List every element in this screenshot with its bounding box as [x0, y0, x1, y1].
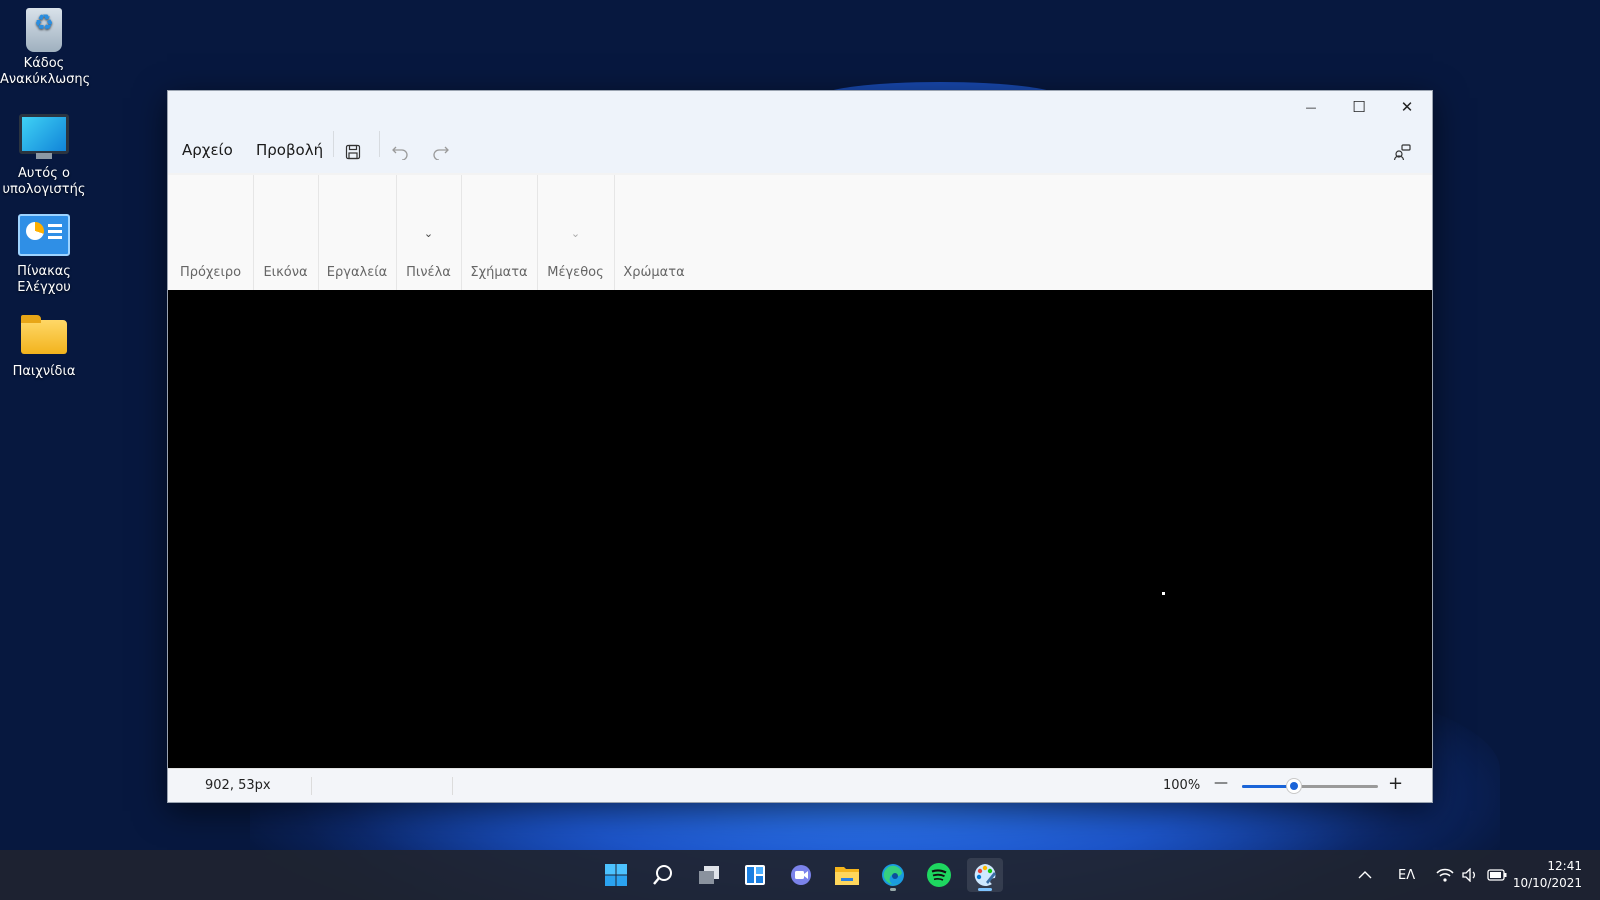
desktop-icon-label: Πίνακας	[17, 264, 71, 279]
ribbon-group-label: Σχήματα	[470, 265, 528, 280]
desktop-icon-games-folder[interactable]: Παιχνίδια	[0, 314, 88, 380]
chat-icon	[791, 865, 811, 885]
battery-icon	[1487, 869, 1507, 881]
recycle-bin-icon	[26, 8, 62, 52]
ribbon-group-size[interactable]: ⌄ Μέγεθος	[537, 175, 615, 290]
share-button[interactable]	[1387, 139, 1417, 165]
folder-icon	[21, 315, 67, 354]
file-explorer-button[interactable]	[829, 858, 865, 892]
edge-button[interactable]	[875, 858, 911, 892]
ribbon-group-label: Εικόνα	[263, 265, 308, 280]
close-button[interactable]: ✕	[1383, 91, 1431, 123]
start-button[interactable]	[598, 858, 634, 892]
size-dropdown-icon[interactable]: ⌄	[537, 227, 614, 240]
control-panel-icon	[18, 214, 70, 256]
zoom-slider-fill	[1242, 785, 1294, 788]
redo-button[interactable]	[426, 139, 456, 165]
zoom-slider-thumb[interactable]	[1286, 779, 1301, 793]
menu-separator	[333, 131, 334, 157]
ribbon-group-label: Πινέλα	[406, 265, 451, 280]
ribbon-group-image[interactable]: Εικόνα	[253, 175, 319, 290]
clock-time: 12:41	[1547, 859, 1582, 873]
minimize-button[interactable]: —	[1287, 91, 1335, 123]
file-explorer-icon	[835, 867, 859, 885]
maximize-icon: ☐	[1352, 98, 1366, 116]
undo-button[interactable]	[385, 139, 415, 165]
taskbar: ΕΛ 12:41 10/10/2021	[0, 850, 1600, 900]
paint-button[interactable]	[967, 858, 1003, 892]
ribbon-group-brushes[interactable]: ⌄ Πινέλα	[396, 175, 462, 290]
title-bar[interactable]: — ☐ ✕	[168, 91, 1432, 133]
wifi-icon	[1436, 868, 1454, 882]
zoom-level: 100%	[1163, 778, 1201, 793]
zoom-in-button[interactable]: +	[1388, 773, 1403, 794]
desktop-icon-recycle-bin[interactable]: Κάδος Ανακύκλωσης	[0, 8, 91, 88]
spotify-icon	[927, 863, 951, 887]
paint-window: — ☐ ✕ Αρχείο Προβολή Πρόχειρο Εικόνα Εργ…	[167, 90, 1433, 803]
spotify-button[interactable]	[921, 858, 957, 892]
ribbon-group-label: Χρώματα	[623, 265, 685, 280]
cursor-position: 902, 53px	[205, 778, 271, 793]
status-bar: 902, 53px 100% — +	[168, 768, 1432, 802]
volume-button[interactable]	[1462, 850, 1478, 900]
ribbon-group-clipboard[interactable]: Πρόχειρο	[168, 175, 254, 290]
menu-view[interactable]: Προβολή	[256, 141, 323, 159]
battery-button[interactable]	[1487, 850, 1507, 900]
ribbon-group-label: Εργαλεία	[326, 265, 388, 280]
edge-icon	[882, 864, 904, 886]
ribbon-group-shapes[interactable]: Σχήματα	[461, 175, 538, 290]
save-button[interactable]	[338, 139, 368, 165]
volume-icon	[1462, 868, 1475, 882]
save-icon	[345, 144, 361, 160]
share-icon	[1393, 144, 1411, 161]
language-label: ΕΛ	[1398, 867, 1416, 883]
desktop-icon-label: Κάδος	[23, 56, 65, 71]
menu-file[interactable]: Αρχείο	[182, 141, 233, 159]
toolbar-separator	[379, 131, 380, 157]
desktop-icon-control-panel[interactable]: Πίνακας Ελέγχου	[0, 214, 88, 296]
drawing-canvas[interactable]	[168, 290, 1432, 769]
close-icon: ✕	[1400, 98, 1414, 116]
menu-bar: Αρχείο Προβολή	[168, 131, 1432, 173]
chat-button[interactable]	[783, 858, 819, 892]
ribbon-group-colors[interactable]: Χρώματα	[614, 175, 694, 290]
search-button[interactable]	[645, 858, 681, 892]
undo-icon	[392, 146, 408, 160]
status-separator	[311, 777, 312, 795]
chevron-up-icon	[1358, 871, 1372, 879]
task-view-button[interactable]	[691, 858, 727, 892]
minimize-icon: —	[1305, 100, 1317, 114]
desktop-icon-this-pc[interactable]: Αυτός ο υπολογιστής	[0, 110, 88, 198]
brushes-dropdown-icon[interactable]: ⌄	[396, 227, 461, 240]
desktop-icon-label: Αυτός ο	[18, 166, 70, 181]
maximize-button[interactable]: ☐	[1335, 91, 1383, 123]
status-separator	[452, 777, 453, 795]
this-pc-icon	[19, 114, 69, 159]
ribbon-group-label: Πρόχειρο	[179, 265, 242, 280]
ribbon-group-tools[interactable]: Εργαλεία	[318, 175, 397, 290]
desktop-icon-label: Ανακύκλωσης	[0, 72, 91, 87]
start-icon	[605, 864, 627, 886]
search-icon	[653, 865, 672, 885]
language-indicator[interactable]: ΕΛ	[1398, 850, 1415, 900]
widgets-button[interactable]	[737, 858, 773, 892]
widgets-icon	[745, 865, 765, 885]
ribbon: Πρόχειρο Εικόνα Εργαλεία ⌄ Πινέλα Σχήματ…	[168, 175, 1432, 291]
ribbon-group-label: Μέγεθος	[547, 265, 604, 280]
zoom-slider[interactable]	[1242, 779, 1378, 793]
desktop-icon-label: υπολογιστής	[2, 182, 86, 197]
network-button[interactable]	[1436, 850, 1454, 900]
redo-icon	[433, 146, 449, 160]
clock-date: 10/10/2021	[1512, 876, 1582, 890]
cursor-pixel	[1162, 592, 1165, 595]
desktop-icon-label: Παιχνίδια	[12, 364, 76, 379]
zoom-out-button[interactable]: —	[1214, 775, 1228, 791]
task-view-icon	[699, 866, 719, 884]
desktop-icon-label: Ελέγχου	[17, 280, 71, 295]
tray-overflow-button[interactable]	[1358, 850, 1372, 900]
taskbar-clock[interactable]: 12:41 10/10/2021	[1513, 858, 1582, 892]
paint-icon	[974, 864, 996, 886]
